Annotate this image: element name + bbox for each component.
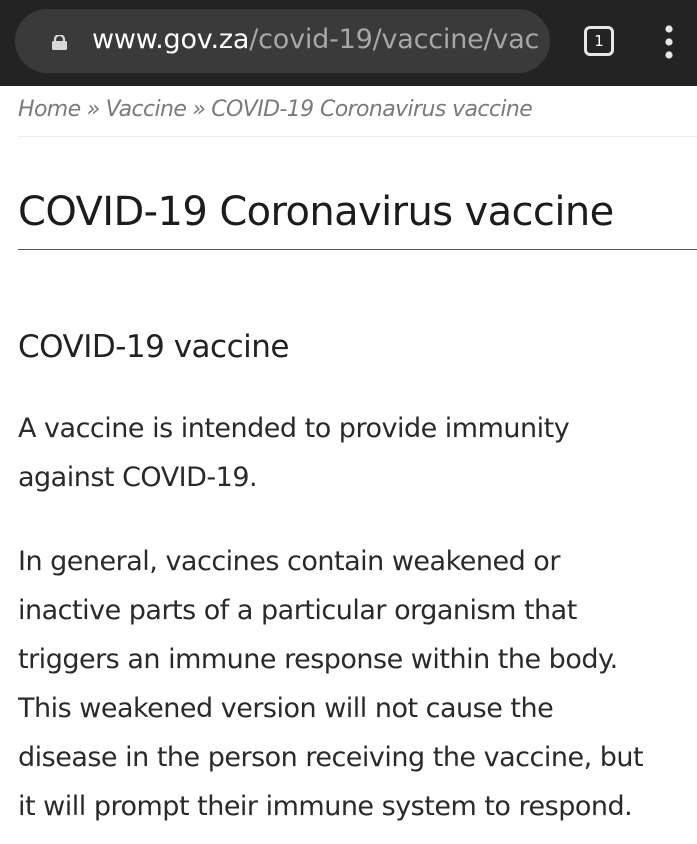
paragraph-line: This weakened version will not cause the xyxy=(18,693,554,724)
url-text[interactable]: www.gov.za/covid-19/vaccine/vac xyxy=(92,23,550,57)
paragraph-line: it will prompt their immune system to re… xyxy=(18,791,633,822)
overflow-menu-icon[interactable] xyxy=(660,22,678,62)
paragraph-line: inactive parts of a particular organism … xyxy=(18,595,577,626)
paragraph-line: In general, vaccines contain weakened or xyxy=(18,546,560,577)
browser-toolbar: www.gov.za/covid-19/vaccine/vac 1 xyxy=(0,0,697,86)
lock-icon[interactable] xyxy=(51,33,68,50)
page-title: COVID-19 Coronavirus vaccine xyxy=(18,189,614,235)
tab-count: 1 xyxy=(594,32,604,50)
paragraph-line: against COVID-19. xyxy=(18,462,258,493)
title-divider xyxy=(18,249,697,250)
breadcrumb: Home» Vaccine» COVID-19 Coronavirus vaccin… xyxy=(18,95,533,125)
address-bar[interactable]: www.gov.za/covid-19/vaccine/vac xyxy=(15,9,550,73)
breadcrumb-home-link[interactable]: Home xyxy=(18,97,81,122)
vaccine-explanation-paragraph: In general, vaccines contain weakened or… xyxy=(18,537,697,831)
intro-paragraph: A vaccine is intended to provide immunit… xyxy=(18,404,697,502)
breadcrumb-separator: » xyxy=(192,97,206,122)
breadcrumb-divider xyxy=(18,136,697,137)
breadcrumb-current-page: COVID-19 Coronavirus vaccine xyxy=(211,97,533,122)
paragraph-line: disease in the person receiving the vacc… xyxy=(18,742,644,773)
paragraph-line: A vaccine is intended to provide immunit… xyxy=(18,413,570,444)
url-domain: www.gov.za xyxy=(92,24,250,55)
section-heading: COVID-19 vaccine xyxy=(18,329,289,365)
breadcrumb-vaccine-link[interactable]: Vaccine xyxy=(106,97,187,122)
tabs-switcher-button[interactable]: 1 xyxy=(584,26,616,58)
paragraph-line: triggers an immune response within the b… xyxy=(18,644,618,675)
url-path: /covid-19/vaccine/vac xyxy=(249,24,540,55)
breadcrumb-separator: » xyxy=(86,97,101,122)
